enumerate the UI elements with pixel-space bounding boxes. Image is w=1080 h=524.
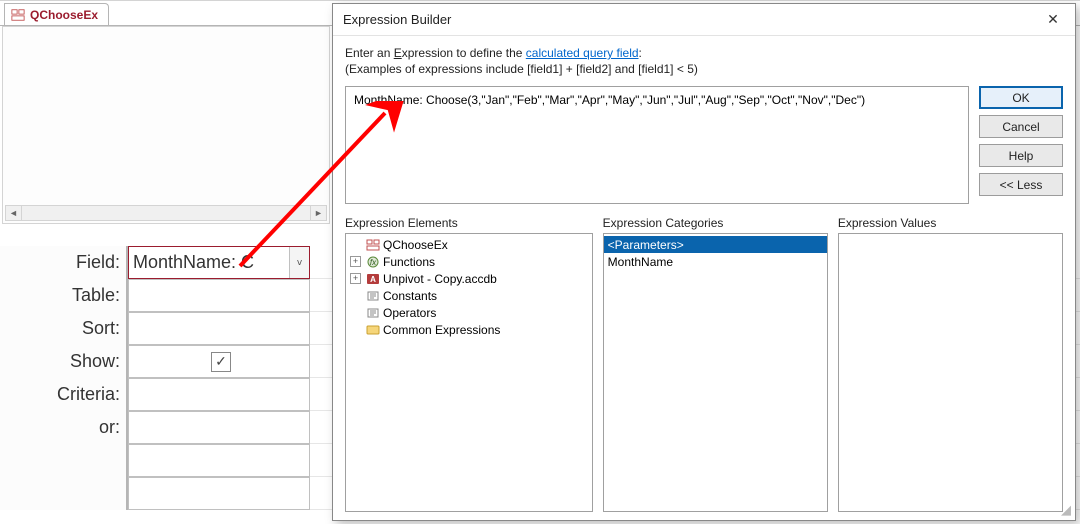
elements-label: Expression Elements [345,216,593,230]
expander-plus-icon[interactable]: + [350,273,361,284]
field-dropdown-button[interactable]: ⅴ [289,247,309,278]
grid-cell-blank2[interactable] [128,477,310,510]
horizontal-scrollbar[interactable]: ◄ ► [5,205,327,221]
intro-text: Enter an Expression to define the calcul… [345,46,1063,60]
grid-label-blank2 [0,477,128,510]
tree-item-constants[interactable]: Constants [346,287,592,304]
svg-text:fx: fx [369,258,376,267]
tree-item-functions[interactable]: + fx Functions [346,253,592,270]
expression-builder-dialog: Expression Builder ✕ Enter an Expression… [332,3,1076,521]
grid-cell-sort[interactable] [128,312,310,345]
grid-label-or: or: [0,411,128,444]
values-label: Expression Values [838,216,1063,230]
elements-panel: Expression Elements QChooseEx + [345,216,593,512]
list-label: <Parameters> [608,238,684,252]
access-db-icon: A [365,272,380,286]
intro-mid: xpression to define the [402,46,526,60]
list-item-monthname[interactable]: MonthName [604,253,827,270]
grid-cell-criteria[interactable] [128,378,310,411]
query-icon [365,238,380,252]
intro-prefix: Enter an [345,46,394,60]
workspace: QChooseEx ◄ ► Field: MonthName: C ⅴ Tabl… [0,0,1080,524]
query-design-grid: Field: MonthName: C ⅴ Table: Sort: Show:… [0,246,330,510]
scroll-left-icon[interactable]: ◄ [6,206,22,220]
tree-label: Common Expressions [383,323,500,337]
grid-cell-blank[interactable] [128,444,310,477]
dialog-body: Enter an Expression to define the calcul… [333,36,1075,520]
button-column: OK Cancel Help << Less [979,86,1063,204]
help-button[interactable]: Help [979,144,1063,167]
grid-label-sort: Sort: [0,312,128,345]
grid-label-field: Field: [0,246,128,279]
intro-suffix: : [639,46,642,60]
values-panel: Expression Values [838,216,1063,512]
checkmark-icon: ✓ [215,353,227,370]
operators-icon [365,306,380,320]
cancel-button[interactable]: Cancel [979,115,1063,138]
ok-button[interactable]: OK [979,86,1063,109]
grid-label-table: Table: [0,279,128,312]
intro-underline: E [394,46,402,60]
elements-tree[interactable]: QChooseEx + fx Functions + A [345,233,593,512]
scroll-track[interactable] [22,206,310,220]
tree-item-common[interactable]: Common Expressions [346,321,592,338]
calculated-query-field-link[interactable]: calculated query field [526,46,639,60]
grid-label-blank [0,444,128,477]
grid-label-show: Show: [0,345,128,378]
list-label: MonthName [608,255,673,269]
list-item-parameters[interactable]: <Parameters> [604,236,827,253]
query-design-upper-pane[interactable]: ◄ ► [2,26,330,224]
common-expressions-icon [365,323,380,337]
grid-cell-show[interactable]: ✓ [128,345,310,378]
categories-panel: Expression Categories <Parameters> Month… [603,216,828,512]
values-list[interactable] [838,233,1063,512]
expander-plus-icon[interactable]: + [350,256,361,267]
scroll-right-icon[interactable]: ► [310,206,326,220]
tree-label: Constants [383,289,437,303]
show-checkbox[interactable]: ✓ [211,352,231,372]
categories-label: Expression Categories [603,216,828,230]
svg-text:A: A [370,275,376,284]
tree-label: QChooseEx [383,238,448,252]
functions-icon: fx [365,255,380,269]
grid-label-criteria: Criteria: [0,378,128,411]
dialog-title-bar[interactable]: Expression Builder ✕ [333,4,1075,36]
less-button[interactable]: << Less [979,173,1063,196]
query-tab-label: QChooseEx [30,8,98,22]
grid-cell-table[interactable] [128,279,310,312]
query-tab-icon [11,8,25,22]
tree-item-operators[interactable]: Operators [346,304,592,321]
expression-input[interactable] [345,86,969,204]
tree-label: Unpivot - Copy.accdb [383,272,497,286]
constants-icon [365,289,380,303]
tree-label: Operators [383,306,436,320]
tree-label: Functions [383,255,435,269]
grid-cell-field-value: MonthName: C [133,252,254,273]
close-icon: ✕ [1047,11,1059,28]
close-button[interactable]: ✕ [1031,4,1075,34]
dialog-title: Expression Builder [343,12,451,27]
tree-item-db[interactable]: + A Unpivot - Copy.accdb [346,270,592,287]
grid-cell-field[interactable]: MonthName: C ⅴ [128,246,310,279]
resize-grip-icon[interactable]: ◢ [1057,504,1071,518]
tree-item-qchooseex[interactable]: QChooseEx [346,236,592,253]
chevron-down-icon: ⅴ [297,257,302,268]
example-text: (Examples of expressions include [field1… [345,62,1063,76]
categories-list[interactable]: <Parameters> MonthName [603,233,828,512]
query-tab[interactable]: QChooseEx [4,3,109,25]
grid-cell-or[interactable] [128,411,310,444]
